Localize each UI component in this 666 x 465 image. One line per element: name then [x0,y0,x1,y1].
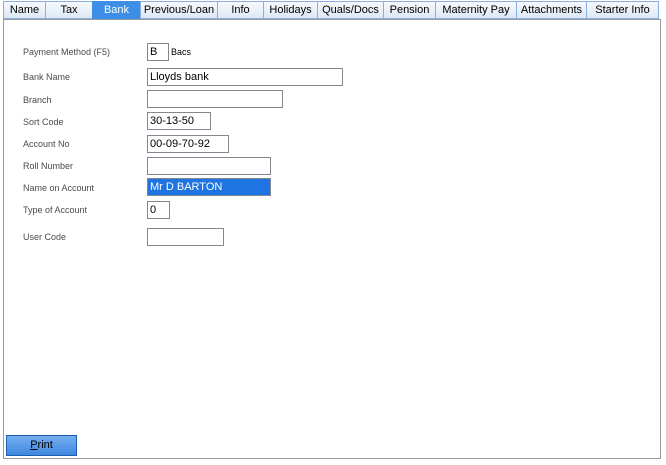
tab-bar: Name Tax Bank Previous/Loan Info Holiday… [3,1,659,19]
payment-method-description: Bacs [171,47,192,57]
bank-name-field[interactable]: Lloyds bank [147,68,343,86]
type-of-account-label: Type of Account [23,205,88,215]
account-no-label: Account No [23,139,70,149]
tab-maternity-pay[interactable]: Maternity Pay [435,1,516,19]
name-on-account-field[interactable]: Mr D BARTON [147,178,271,196]
user-code-field[interactable] [147,228,224,246]
roll-number-label: Roll Number [23,161,74,171]
tab-info[interactable]: Info [217,1,263,19]
payment-method-label: Payment Method (F5) [23,47,111,57]
print-button-mnemonic: P [30,439,38,451]
branch-label: Branch [23,95,52,105]
payment-method-field[interactable]: B [147,43,169,61]
tab-quals-docs[interactable]: Quals/Docs [317,1,383,19]
tab-name[interactable]: Name [3,1,45,19]
tab-attachments[interactable]: Attachments [516,1,586,19]
tab-pension[interactable]: Pension [383,1,435,19]
tab-tax[interactable]: Tax [45,1,92,19]
account-no-field[interactable]: 00-09-70-92 [147,135,229,153]
name-on-account-label: Name on Account [23,183,95,193]
tab-previous-loan[interactable]: Previous/Loan [140,1,217,19]
type-of-account-field[interactable]: 0 [147,201,170,219]
bank-name-label: Bank Name [23,72,71,82]
tab-starter-info[interactable]: Starter Info [586,1,659,19]
print-button[interactable]: Print [6,435,77,456]
tab-holidays[interactable]: Holidays [263,1,317,19]
roll-number-field[interactable] [147,157,271,175]
bank-details-panel: Payment Method (F5) B Bacs Bank Name Llo… [3,19,661,459]
sort-code-label: Sort Code [23,117,64,127]
user-code-label: User Code [23,232,67,242]
tab-bank[interactable]: Bank [92,1,140,19]
branch-field[interactable] [147,90,283,108]
print-button-label: rint [37,439,53,451]
sort-code-field[interactable]: 30-13-50 [147,112,211,130]
